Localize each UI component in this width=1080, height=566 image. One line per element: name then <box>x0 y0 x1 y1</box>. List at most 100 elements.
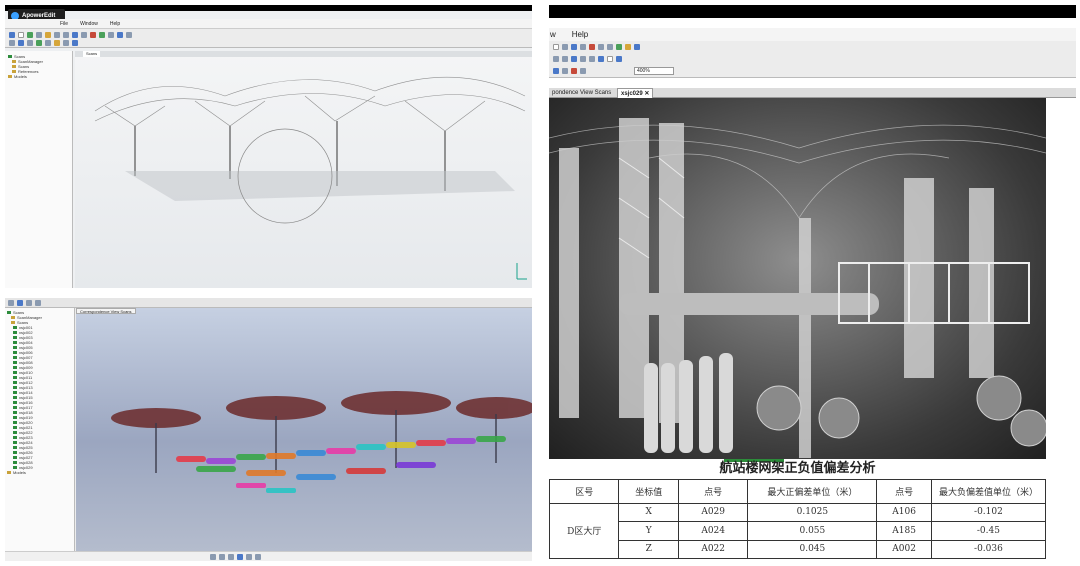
measure-icon[interactable] <box>553 68 559 74</box>
orbit-icon[interactable] <box>237 554 243 560</box>
correspondence-viewport[interactable]: Correspondence View Scans <box>76 308 532 551</box>
fence-icon[interactable] <box>18 40 24 46</box>
scan-viewport[interactable] <box>549 98 1046 459</box>
scan-node-icon <box>13 391 17 394</box>
menu-help[interactable]: Help <box>572 30 588 39</box>
col-header: 最大正偏差单位（米） <box>747 479 878 504</box>
tab-xsjc029[interactable]: xsjc029 ✕ <box>617 88 654 98</box>
close-tab-icon[interactable]: ✕ <box>644 91 649 97</box>
print-icon[interactable] <box>580 44 586 50</box>
menu-help[interactable]: Help <box>110 21 120 27</box>
window-icon[interactable] <box>598 56 604 62</box>
col-header: 最大负偏差值单位（米） <box>930 479 1047 504</box>
table-row: Z A022 0.045 A002 -0.036 <box>550 539 1047 559</box>
zoom-field[interactable]: 400% <box>634 67 674 75</box>
close-icon[interactable] <box>571 68 577 74</box>
scan-icon[interactable] <box>27 32 33 38</box>
fit-icon[interactable] <box>81 32 87 38</box>
toolbar-row-3: 400% <box>549 65 1076 78</box>
zoom-icon[interactable] <box>117 32 123 38</box>
measure-icon[interactable] <box>27 40 33 46</box>
layer-icon[interactable] <box>571 56 577 62</box>
table-cell: A022 <box>677 539 749 559</box>
open-icon[interactable] <box>8 300 14 306</box>
table-cell: Z <box>618 539 679 559</box>
fence-icon[interactable] <box>562 56 568 62</box>
cut-icon[interactable] <box>589 44 595 50</box>
render-icon[interactable] <box>63 40 69 46</box>
new-icon[interactable] <box>553 44 559 50</box>
scan-node-icon <box>13 376 17 379</box>
register-icon[interactable] <box>625 44 631 50</box>
menu-file[interactable]: File <box>60 21 68 27</box>
table-cell: A106 <box>876 502 932 523</box>
scan-node-icon <box>13 466 17 469</box>
view-icon[interactable] <box>72 32 78 38</box>
save-icon[interactable] <box>571 44 577 50</box>
scan-node-icon <box>13 366 17 369</box>
folder-icon[interactable] <box>45 32 51 38</box>
table-header-row: 区号 坐标值 点号 最大正偏差单位（米） 点号 最大负偏差值单位（米） <box>549 479 1047 504</box>
point-cloud-viewport[interactable]: Scans <box>75 51 532 288</box>
cut-icon[interactable] <box>54 32 60 38</box>
scan-node-icon <box>13 396 17 399</box>
table-cell: A029 <box>677 502 749 523</box>
grid-icon[interactable] <box>589 56 595 62</box>
scan-node-icon <box>13 416 17 419</box>
paste-icon[interactable] <box>607 44 613 50</box>
layer-icon[interactable] <box>36 40 42 46</box>
scan-tree: Scans ScanManager Scans References Model… <box>5 51 73 288</box>
tree-node-icon <box>12 60 16 63</box>
scan-node-icon <box>13 331 17 334</box>
table-row: Y A024 0.055 A185 -0.45 <box>550 521 1047 541</box>
redo-icon[interactable] <box>35 300 41 306</box>
home-icon[interactable] <box>255 554 261 560</box>
toolbar-row-2 <box>549 53 1076 65</box>
save-icon[interactable] <box>17 300 23 306</box>
scan-node-icon <box>13 361 17 364</box>
camera-icon[interactable] <box>72 40 78 46</box>
open-icon[interactable] <box>9 32 15 38</box>
bottom-left-screenshot: Scans ScanManager Scans xsjc001 xsjc002 … <box>5 298 532 561</box>
rotate-icon[interactable] <box>580 68 586 74</box>
fit-icon[interactable] <box>246 554 252 560</box>
pan-icon[interactable] <box>108 32 114 38</box>
menu-window[interactable]: Window <box>80 21 98 27</box>
pointer-icon[interactable] <box>616 56 622 62</box>
scan-node-icon <box>13 436 17 439</box>
light-icon[interactable] <box>54 40 60 46</box>
filter-icon[interactable] <box>580 56 586 62</box>
register-icon[interactable] <box>36 32 42 38</box>
cloud-icon[interactable] <box>99 32 105 38</box>
select-icon[interactable] <box>553 56 559 62</box>
tree-item[interactable]: Models <box>7 470 72 475</box>
delete-icon[interactable] <box>90 32 96 38</box>
pan-icon[interactable] <box>228 554 234 560</box>
tag-icon[interactable] <box>562 68 568 74</box>
scan-node-icon <box>13 381 17 384</box>
open-icon[interactable] <box>562 44 568 50</box>
zoom-in-icon[interactable] <box>210 554 216 560</box>
point-cloud-sketch <box>94 76 527 280</box>
save-icon[interactable] <box>18 32 24 38</box>
filter-icon[interactable] <box>45 40 51 46</box>
copy-icon[interactable] <box>598 44 604 50</box>
view-icon[interactable] <box>634 44 640 50</box>
zoom-out-icon[interactable] <box>219 554 225 560</box>
menu-window[interactable]: w <box>550 30 556 39</box>
copy-icon[interactable] <box>63 32 69 38</box>
table-cell: Y <box>618 521 679 541</box>
deviation-analysis-table-area: 航站楼网架正负值偏差分析 区号 坐标值 点号 最大正偏差单位（米） 点号 最大负… <box>549 459 1047 561</box>
undo-icon[interactable] <box>26 300 32 306</box>
toolbar-buttons <box>553 68 586 74</box>
scan-node-icon <box>13 401 17 404</box>
tree-node-icon <box>12 70 16 73</box>
scan-node-icon <box>13 411 17 414</box>
tab-correspondence-view[interactable]: pondence View Scans <box>549 88 614 98</box>
blank-icon[interactable] <box>607 56 613 62</box>
select-icon[interactable] <box>9 40 15 46</box>
scan-icon[interactable] <box>616 44 622 50</box>
tree-node-icon <box>11 316 15 319</box>
rotate-icon[interactable] <box>126 32 132 38</box>
tree-item[interactable]: Models <box>8 74 69 79</box>
